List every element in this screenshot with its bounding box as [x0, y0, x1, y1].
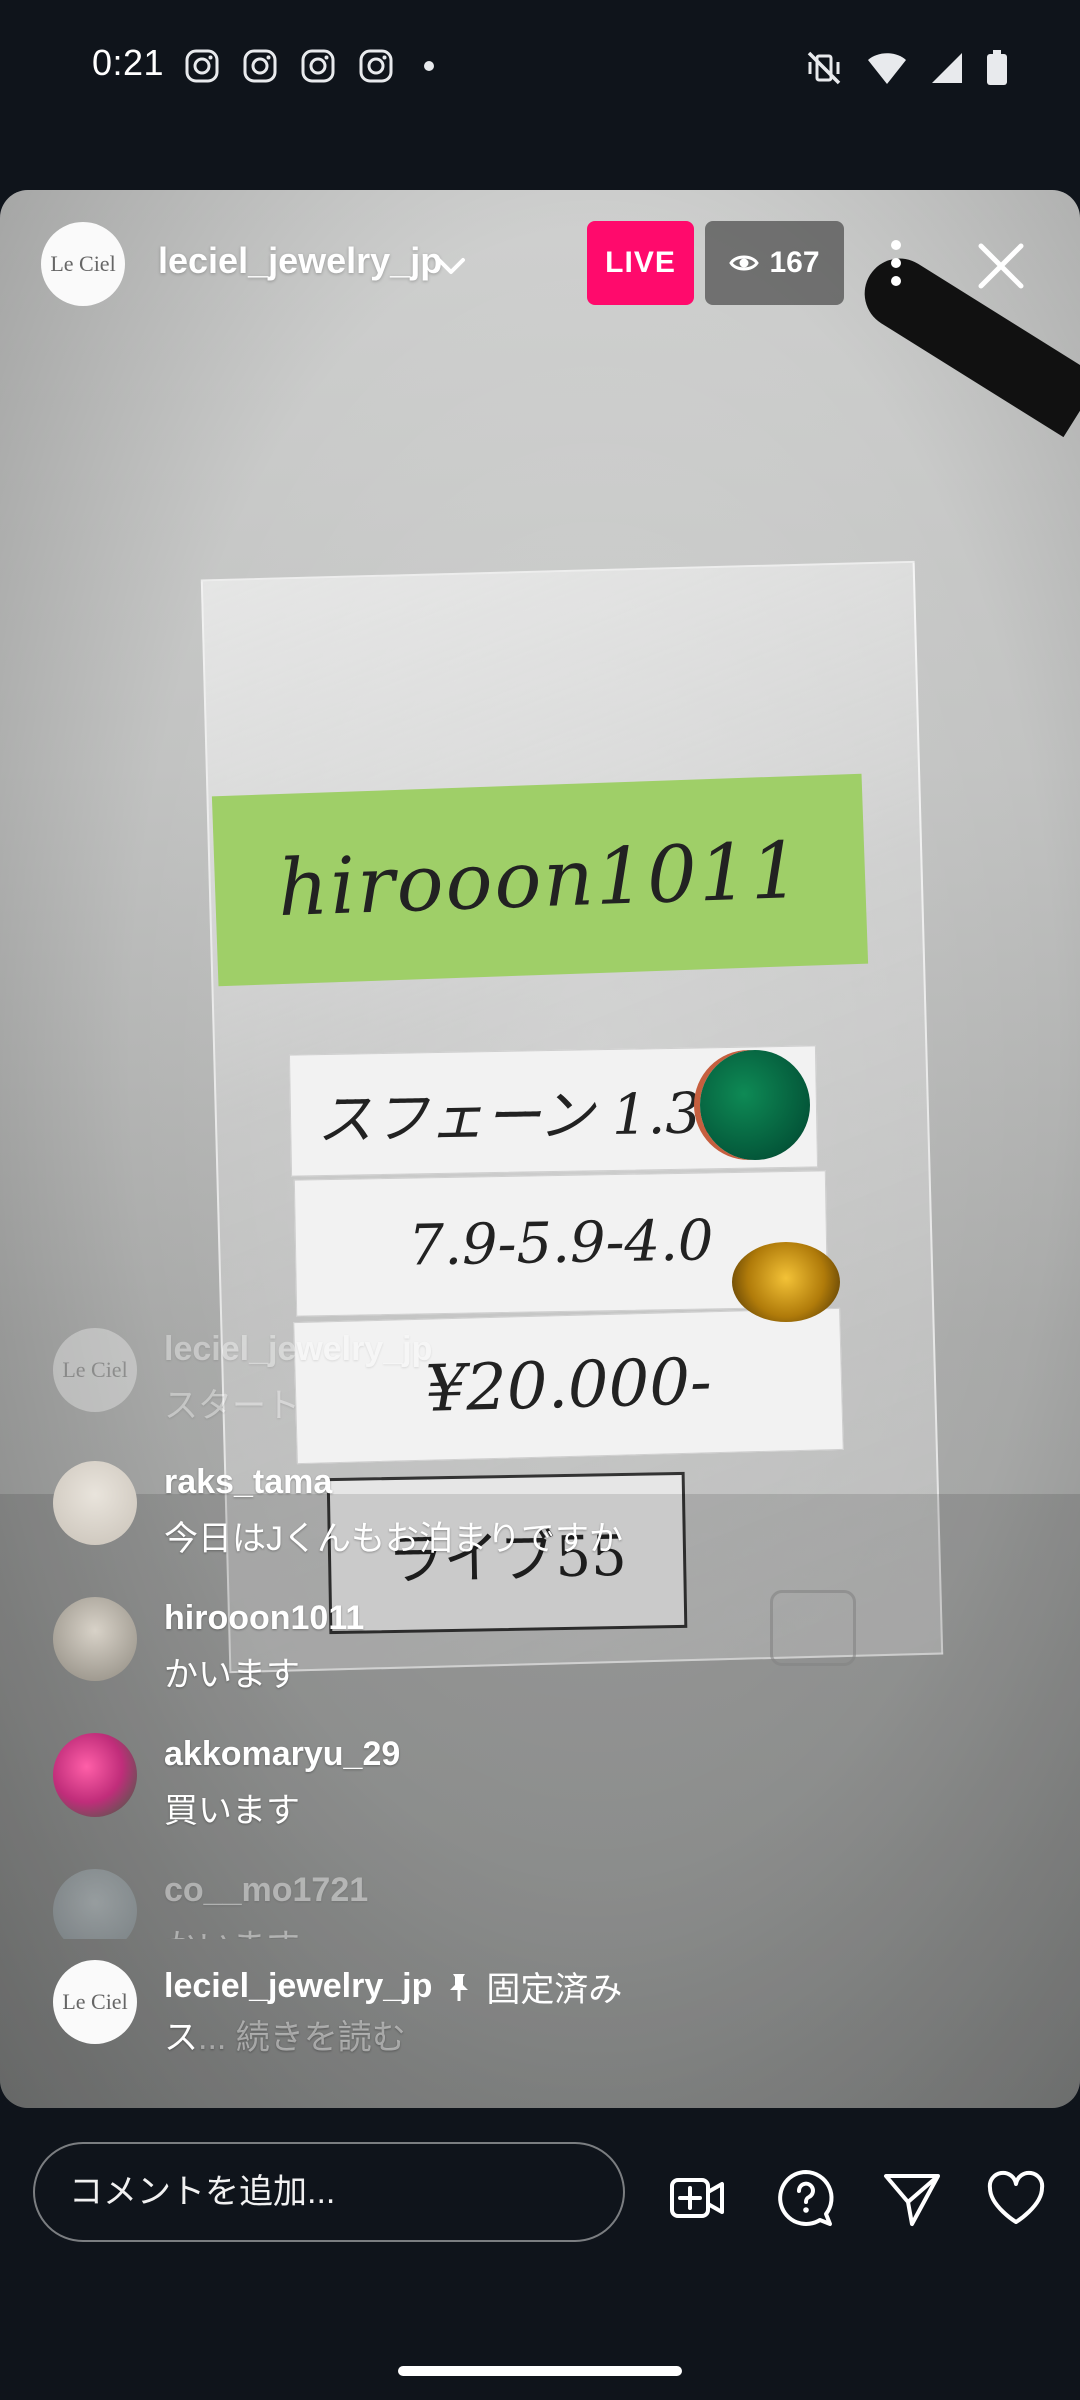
viewer-count-badge[interactable]: 167	[705, 221, 844, 305]
notification-icons	[184, 48, 434, 84]
home-indicator[interactable]	[398, 2366, 682, 2376]
vibrate-mute-icon	[807, 51, 841, 85]
send-icon[interactable]	[880, 2166, 944, 2230]
add-video-icon[interactable]	[666, 2166, 730, 2230]
comment-text: スタート	[164, 1387, 300, 1425]
comment-shade	[0, 1494, 1080, 2108]
comment-username[interactable]: leciel_jewelry_jp	[164, 1330, 432, 1369]
system-icons	[804, 48, 1008, 88]
video-bag-label-text: hirooon1011	[276, 825, 804, 935]
host-avatar-logo: Le Ciel	[50, 251, 116, 276]
comment-text: 買います	[164, 1792, 300, 1830]
comment-avatar[interactable]	[53, 1461, 137, 1545]
eye-icon	[729, 255, 760, 271]
instagram-icon	[359, 49, 393, 83]
host-avatar[interactable]: Le Ciel	[41, 222, 125, 306]
comment-username[interactable]: hirooon1011	[164, 1599, 364, 1638]
question-icon[interactable]	[774, 2166, 838, 2230]
comment-text: ス... 続きを読む	[164, 2010, 406, 2059]
comment-item: co__mo1721 かいます	[53, 1869, 953, 1939]
video-yellow-gem	[732, 1242, 840, 1322]
live-badge: LIVE	[587, 221, 694, 305]
comment-text: かいます	[164, 1919, 300, 1939]
more-notifications-dot-icon	[424, 61, 434, 71]
comment-avatar[interactable]	[53, 1869, 137, 1939]
comment-avatar[interactable]	[53, 1733, 137, 1817]
instagram-icon	[243, 49, 277, 83]
signal-icon	[932, 53, 962, 83]
heart-icon[interactable]	[984, 2166, 1048, 2230]
pinned-avatar-logo: Le Ciel	[62, 1989, 128, 2014]
viewer-count: 167	[769, 246, 820, 279]
instagram-icon	[301, 49, 335, 83]
comment-username[interactable]: leciel_jewelry_jp	[164, 1967, 432, 2006]
comment-text: かいます	[164, 1656, 300, 1694]
comment-avatar-logo: Le Ciel	[62, 1357, 128, 1382]
status-time: 0:21	[92, 42, 165, 83]
comment-avatar[interactable]: Le Ciel	[53, 1960, 137, 2044]
more-options-icon[interactable]	[872, 235, 920, 291]
read-more-link[interactable]: ... 続きを読む	[198, 2019, 406, 2057]
battery-icon	[987, 50, 1007, 85]
chevron-down-icon[interactable]	[433, 248, 469, 284]
pinned-text: ス	[164, 2019, 198, 2057]
comment-input[interactable]	[33, 2142, 625, 2242]
comment-avatar[interactable]	[53, 1597, 137, 1681]
comment-avatar[interactable]: Le Ciel	[53, 1328, 137, 1412]
instagram-icon	[185, 49, 219, 83]
pin-icon	[450, 1973, 469, 2001]
comment-username[interactable]: akkomaryu_29	[164, 1735, 400, 1774]
video-bag-label: hirooon1011	[211, 773, 869, 987]
host-username[interactable]: leciel_jewelry_jp	[158, 240, 442, 282]
close-icon[interactable]	[973, 238, 1029, 294]
comment-username[interactable]: co__mo1721	[164, 1871, 368, 1910]
comment-text: 今日はJくんもお泊まりですか	[164, 1520, 623, 1558]
comment-username[interactable]: raks_tama	[164, 1463, 332, 1502]
pinned-label: 固定済み	[486, 1971, 623, 2009]
pinned-header: leciel_jewelry_jp 固定済み	[164, 1962, 622, 2011]
status-bar: 0:21	[0, 0, 1080, 135]
live-video[interactable]: hirooon1011 スフェーン 1.39ct 7.9-5.9-4.0 ¥20…	[0, 190, 1080, 2108]
video-green-gem	[700, 1050, 810, 1160]
wifi-icon	[868, 53, 906, 84]
